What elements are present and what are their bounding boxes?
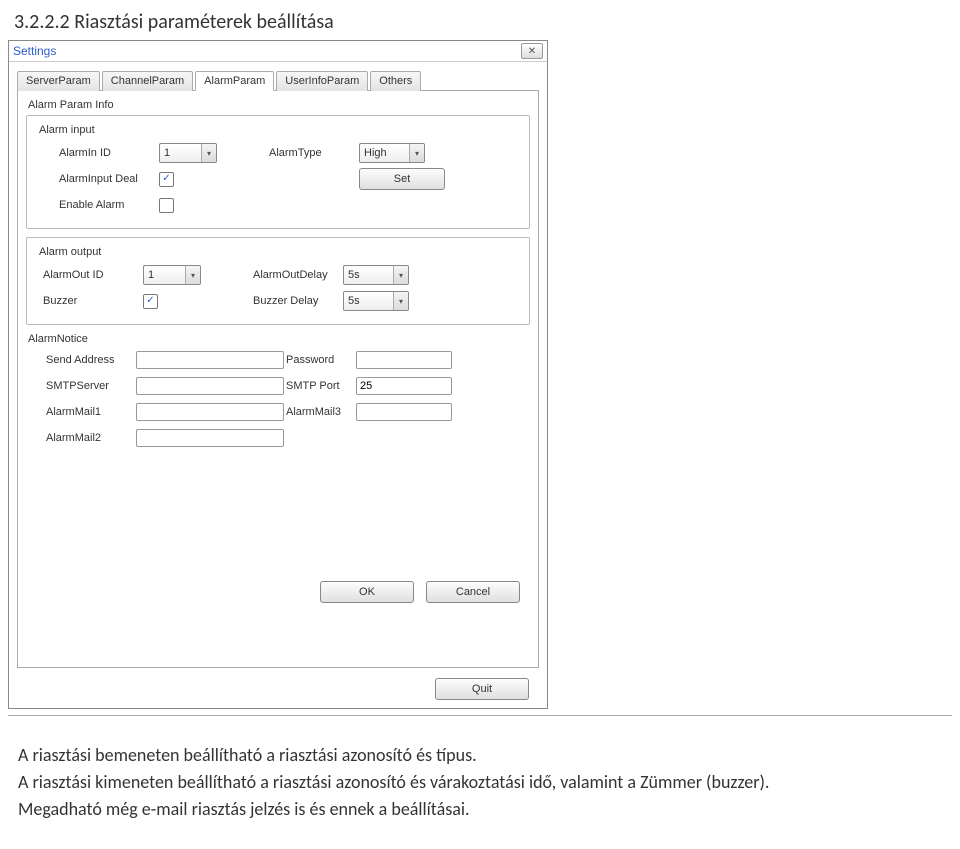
alarminput-deal-label: AlarmInput Deal [35, 173, 159, 185]
section-heading: 3.2.2.2 Riasztási paraméterek beállítása [0, 0, 960, 40]
alarm-param-info-title: Alarm Param Info [26, 99, 530, 111]
alarmout-delay-label: AlarmOutDelay [253, 269, 343, 281]
send-address-label: Send Address [26, 354, 136, 366]
alarmtype-value: High [360, 147, 409, 159]
tab-alarmparam[interactable]: AlarmParam [195, 71, 274, 91]
alarmout-delay-combo[interactable]: 5s ▾ [343, 265, 409, 285]
paragraph-3: Megadható még e-mail riasztás jelzés is … [18, 796, 918, 823]
chevron-down-icon: ▾ [201, 144, 216, 162]
quit-button[interactable]: Quit [435, 678, 529, 700]
alarm-mail2-label: AlarmMail2 [26, 432, 136, 444]
separator [8, 715, 952, 716]
tab-userinfoparam[interactable]: UserInfoParam [276, 71, 368, 91]
titlebar: Settings ✕ [9, 41, 547, 62]
password-input[interactable] [356, 351, 452, 369]
alarmtype-combo[interactable]: High ▾ [359, 143, 425, 163]
body-text: A riasztási bemeneten beállítható a rias… [0, 730, 936, 823]
set-button[interactable]: Set [359, 168, 445, 190]
alarm-mail1-label: AlarmMail1 [26, 406, 136, 418]
smtp-port-label: SMTP Port [286, 380, 356, 392]
buzzer-delay-value: 5s [344, 295, 393, 307]
alarm-mail1-input[interactable] [136, 403, 284, 421]
alarm-mail2-input[interactable] [136, 429, 284, 447]
send-address-input[interactable] [136, 351, 284, 369]
chevron-down-icon: ▾ [393, 266, 408, 284]
enable-alarm-checkbox[interactable] [159, 198, 174, 213]
settings-dialog: Settings ✕ ServerParam ChannelParam Alar… [8, 40, 548, 709]
enable-alarm-label: Enable Alarm [35, 199, 159, 211]
password-label: Password [286, 354, 356, 366]
alarmout-id-value: 1 [144, 269, 185, 281]
smtp-server-label: SMTPServer [26, 380, 136, 392]
alarminput-deal-checkbox[interactable] [159, 172, 174, 187]
alarm-notice-title: AlarmNotice [26, 333, 530, 345]
alarm-output-title: Alarm output [39, 246, 521, 258]
group-alarm-output: Alarm output AlarmOut ID 1 ▾ AlarmOutDel… [26, 237, 530, 325]
alarmout-id-label: AlarmOut ID [35, 269, 143, 281]
tab-content: Alarm Param Info Alarm input AlarmIn ID … [17, 91, 539, 668]
buzzer-delay-label: Buzzer Delay [253, 295, 343, 307]
paragraph-1: A riasztási bemeneten beállítható a rias… [18, 742, 918, 769]
smtp-server-input[interactable] [136, 377, 284, 395]
tabbar: ServerParam ChannelParam AlarmParam User… [17, 70, 539, 91]
buzzer-delay-combo[interactable]: 5s ▾ [343, 291, 409, 311]
dialog-body: ServerParam ChannelParam AlarmParam User… [9, 62, 547, 708]
chevron-down-icon: ▾ [185, 266, 200, 284]
close-icon[interactable]: ✕ [521, 43, 543, 59]
group-alarm-input: Alarm input AlarmIn ID 1 ▾ AlarmType [26, 115, 530, 229]
alarm-input-title: Alarm input [39, 124, 521, 136]
alarm-mail3-input[interactable] [356, 403, 452, 421]
buzzer-label: Buzzer [35, 295, 143, 307]
chevron-down-icon: ▾ [393, 292, 408, 310]
tab-serverparam[interactable]: ServerParam [17, 71, 100, 91]
chevron-down-icon: ▾ [409, 144, 424, 162]
alarmin-id-combo[interactable]: 1 ▾ [159, 143, 217, 163]
alarmin-id-value: 1 [160, 147, 201, 159]
smtp-port-input[interactable] [356, 377, 452, 395]
cancel-button[interactable]: Cancel [426, 581, 520, 603]
ok-button[interactable]: OK [320, 581, 414, 603]
tab-others[interactable]: Others [370, 71, 421, 91]
tab-channelparam[interactable]: ChannelParam [102, 71, 193, 91]
alarmtype-label: AlarmType [269, 147, 359, 159]
alarmout-id-combo[interactable]: 1 ▾ [143, 265, 201, 285]
alarm-mail3-label: AlarmMail3 [286, 406, 356, 418]
paragraph-2: A riasztási kimeneten beállítható a rias… [18, 769, 918, 796]
alarmout-delay-value: 5s [344, 269, 393, 281]
alarmin-id-label: AlarmIn ID [35, 147, 159, 159]
quit-row: Quit [17, 678, 539, 700]
buzzer-checkbox[interactable] [143, 294, 158, 309]
ok-cancel-row: OK Cancel [26, 581, 530, 603]
group-alarm-notice: AlarmNotice Send Address Password SMTPSe… [26, 333, 530, 449]
group-alarm-param-info: Alarm Param Info Alarm input AlarmIn ID … [26, 99, 530, 603]
window-title: Settings [13, 44, 521, 58]
